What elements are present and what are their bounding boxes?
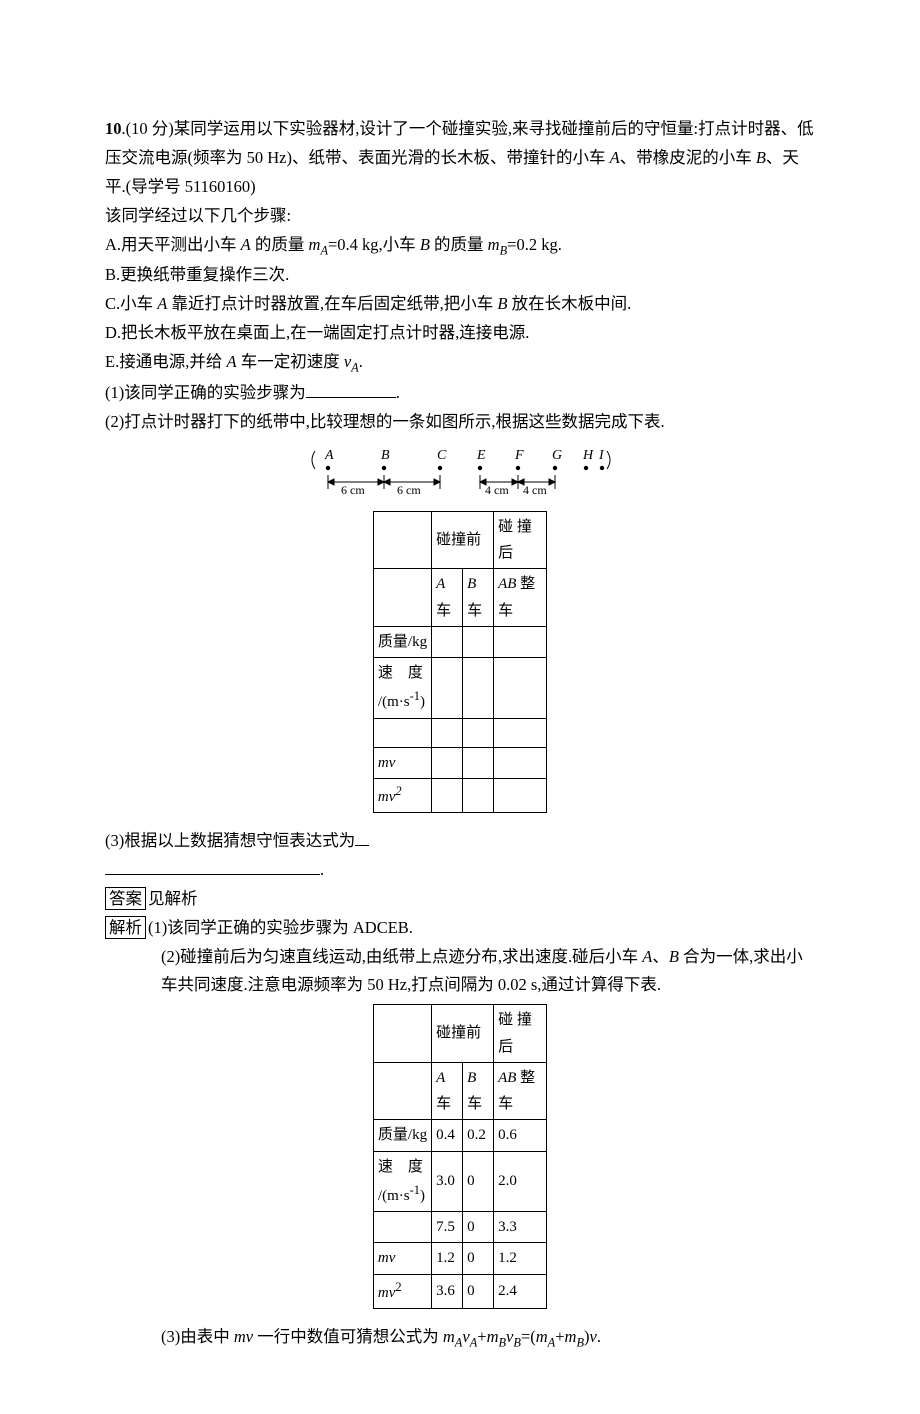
dxh-label: 导学号 [131,177,181,196]
carB: B [756,148,766,167]
step-B: B.更换纸带重复操作三次. [105,261,815,290]
sub2: (2)打点计时器打下的纸带中,比较理想的一条如图所示,根据这些数据完成下表. [105,408,815,437]
jiexi-part3: (3)由表中 mv 一行中数值可猜想公式为 mAvA+mBvB=(mA+mB)v… [105,1323,815,1354]
jiexi-part2: (2)碰撞前后为匀速直线运动,由纸带上点迹分布,求出速度.碰后小车 A、B 合为… [105,943,815,1001]
blank-field[interactable] [306,397,396,398]
sub1: (1)该同学正确的实验步骤为. [105,379,815,408]
jiexi-box: 解析 [105,916,146,939]
blank-field[interactable] [355,845,369,846]
svg-text:I: I [598,448,605,463]
svg-text:E: E [476,448,486,463]
question-text: 10.(10 分)某同学运用以下实验器材,设计了一个碰撞实验,来寻找碰撞前后的守… [105,115,815,202]
steps-header: 该同学经过以下几个步骤: [105,202,815,231]
step-D: D.把长木板平放在桌面上,在一端固定打点计时器,连接电源. [105,319,815,348]
answer-box: 答案 [105,887,146,910]
intro2: 、带橡皮泥的小车 [620,148,756,167]
dxh-num: 51160160) [181,177,256,196]
answer-line: 答案见解析 [105,885,815,914]
sub3: (3)根据以上数据猜想守恒表达式为 [105,827,815,856]
jiexi-line: 解析(1)该同学正确的实验步骤为 ADCEB. [105,914,815,943]
svg-text:C: C [437,448,447,463]
svg-text:4 cm: 4 cm [523,483,547,497]
empty-table: 碰撞前碰 撞后 A车B车AB 整车 质量/kg 速 度/(m·s-1) mv m… [373,511,547,813]
svg-text:F: F [514,448,524,463]
filled-table: 碰撞前碰 撞后 A车B车AB 整车 质量/kg0.40.20.6 速 度/(m·… [373,1004,547,1309]
svg-text:H: H [582,448,594,463]
svg-text:A: A [324,448,334,463]
step-E: E.接通电源,并给 A 车一定初速度 vA. [105,348,815,379]
pts: .(10 分) [122,119,174,138]
step-A: A.用天平测出小车 A 的质量 mA=0.4 kg,小车 B 的质量 mB=0.… [105,231,815,262]
qnum: 10 [105,119,122,138]
blank-field[interactable] [105,874,320,875]
tape-diagram: A B C E F G H I 6 cm 6 cm 4 cm 4 cm [305,445,615,505]
svg-text:6 cm: 6 cm [341,483,365,497]
carA: A [610,148,620,167]
svg-text:G: G [552,448,562,463]
svg-text:B: B [381,448,390,463]
step-C: C.小车 A 靠近打点计时器放置,在车后固定纸带,把小车 B 放在长木板中间. [105,290,815,319]
svg-text:6 cm: 6 cm [397,483,421,497]
svg-text:4 cm: 4 cm [485,483,509,497]
